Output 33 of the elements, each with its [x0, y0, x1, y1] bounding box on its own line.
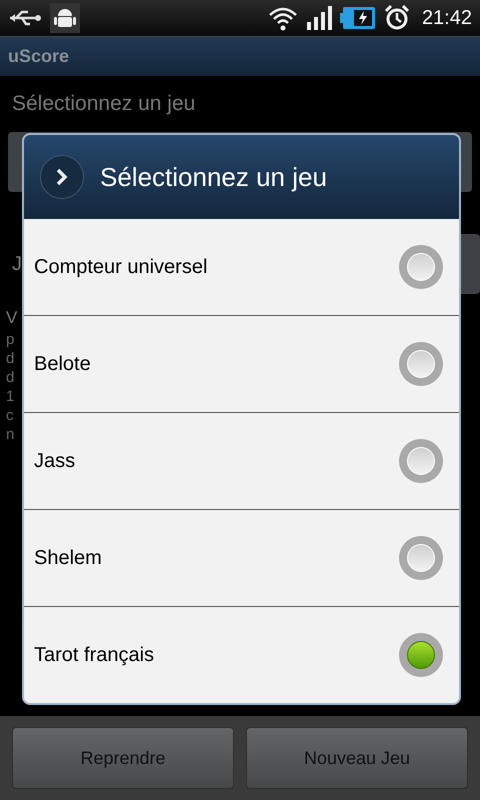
usb-icon — [8, 8, 42, 28]
radio-button[interactable] — [399, 245, 443, 289]
text-fragment: V — [6, 306, 18, 328]
dialog-title: Sélectionnez un jeu — [100, 160, 327, 194]
option-row[interactable]: Tarot français — [24, 606, 459, 703]
clock-time: 21:42 — [422, 6, 472, 31]
text-fragment: d — [6, 348, 14, 368]
android-icon — [54, 6, 76, 30]
field-label: Sélectionnez un jeu — [12, 91, 196, 117]
option-row[interactable]: Compteur universel — [24, 219, 459, 315]
text-fragment: n — [6, 424, 14, 444]
option-row[interactable]: Jass — [24, 412, 459, 509]
app-title: uScore — [8, 45, 70, 68]
radio-button[interactable] — [399, 536, 443, 580]
text-fragment: d — [6, 368, 14, 386]
text-fragment: 1 — [6, 386, 14, 406]
option-label: Compteur universel — [34, 255, 208, 280]
text-fragment: p — [6, 330, 14, 348]
wifi-icon — [268, 5, 298, 31]
radio-button[interactable] — [399, 633, 443, 677]
option-row[interactable]: Shelem — [24, 509, 459, 606]
radio-button[interactable] — [399, 342, 443, 386]
option-row[interactable]: Belote — [24, 315, 459, 412]
option-label: Belote — [34, 352, 92, 377]
text-fragment: c — [6, 406, 14, 424]
battery-icon — [340, 6, 376, 30]
button-text-fragment: J — [12, 252, 22, 276]
radio-button[interactable] — [399, 439, 443, 483]
chevron-right-icon — [55, 167, 69, 187]
option-label: Tarot français — [34, 643, 156, 668]
option-label: Jass — [34, 449, 76, 474]
alarm-clock-icon — [384, 5, 410, 31]
option-label: Shelem — [34, 546, 103, 571]
